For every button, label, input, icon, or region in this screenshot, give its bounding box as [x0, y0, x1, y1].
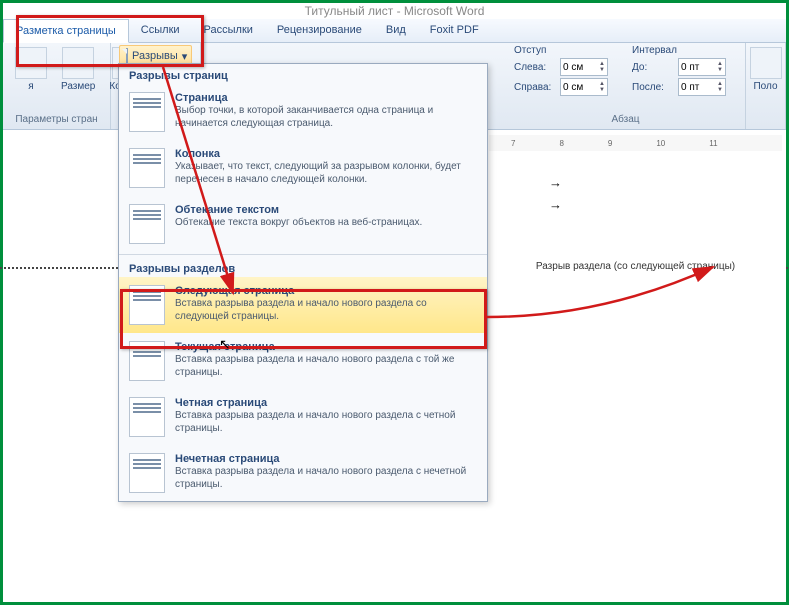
- dropdown-item-column[interactable]: КолонкаУказывает, что текст, следующий з…: [119, 140, 487, 196]
- tab-mailings[interactable]: Рассылки: [192, 19, 265, 42]
- horizontal-ruler[interactable]: 7 8 9 10 11: [489, 135, 782, 151]
- odd-page-icon: [129, 453, 165, 493]
- tab-mark-icon: →: [549, 175, 562, 190]
- position-button[interactable]: Поло: [754, 45, 777, 94]
- dropdown-item-odd-page[interactable]: Нечетная страницаВставка разрыва раздела…: [119, 445, 487, 501]
- indent-left-label: Слева:: [514, 62, 556, 73]
- spinner-icon: ▲▼: [717, 61, 723, 73]
- dropdown-section-section-breaks: Разрывы разделов: [119, 257, 487, 277]
- spinner-icon: ▲▼: [599, 81, 605, 93]
- page-icon: [15, 47, 47, 79]
- group-paragraph: Абзац: [514, 112, 737, 127]
- spacing-before-input[interactable]: 0 пт▲▼: [678, 58, 726, 76]
- indent-left-input[interactable]: 0 см▲▼: [560, 58, 608, 76]
- title-bar: Титульный лист - Microsoft Word: [3, 3, 786, 19]
- spacing-after-input[interactable]: 0 пт▲▼: [678, 78, 726, 96]
- section-break-marker: Разрыв раздела (со следующей страницы): [489, 261, 782, 272]
- size-button[interactable]: Размер: [57, 45, 99, 94]
- dropdown-item-page[interactable]: СтраницаВыбор точки, в которой заканчива…: [119, 84, 487, 140]
- tab-foxit[interactable]: Foxit PDF: [418, 19, 491, 42]
- spinner-icon: ▲▼: [717, 81, 723, 93]
- page-break-icon: [129, 92, 165, 132]
- tab-page-layout[interactable]: Разметка страницы: [3, 19, 129, 43]
- dropdown-item-even-page[interactable]: Четная страницаВставка разрыва раздела и…: [119, 389, 487, 445]
- interval-header: Интервал: [632, 45, 726, 56]
- cursor-icon: ↖: [219, 336, 231, 353]
- text-wrap-icon: [129, 204, 165, 244]
- dropdown-item-text-wrapping[interactable]: Обтекание текстомОбтекание текста вокруг…: [119, 196, 487, 252]
- even-page-icon: [129, 397, 165, 437]
- tab-review[interactable]: Рецензирование: [265, 19, 374, 42]
- dropdown-item-continuous[interactable]: Текущая страницаВставка разрыва раздела …: [119, 333, 487, 389]
- column-break-icon: [129, 148, 165, 188]
- margins-button[interactable]: я: [11, 45, 51, 94]
- document-area[interactable]: → → Разрыв раздела (со следующей страниц…: [489, 153, 782, 598]
- size-icon: [62, 47, 94, 79]
- indent-right-input[interactable]: 0 см▲▼: [560, 78, 608, 96]
- indent-right-label: Справа:: [514, 82, 556, 93]
- breaks-dropdown: Разрывы страниц СтраницаВыбор точки, в к…: [118, 63, 488, 502]
- ribbon-tabs: Разметка страницы Ссылки Рассылки Реценз…: [3, 19, 786, 43]
- before-label: До:: [632, 62, 674, 73]
- tab-view[interactable]: Вид: [374, 19, 418, 42]
- group-page-setup: Параметры стран: [11, 112, 102, 127]
- next-page-icon: [129, 285, 165, 325]
- after-label: После:: [632, 82, 674, 93]
- tab-mark-icon: →: [549, 197, 562, 212]
- spinner-icon: ▲▼: [599, 61, 605, 73]
- indent-header: Отступ: [514, 45, 608, 56]
- chevron-down-icon: ▾: [182, 50, 188, 63]
- continuous-icon: [129, 341, 165, 381]
- app-title: Титульный лист - Microsoft Word: [305, 4, 485, 18]
- dropdown-item-next-page[interactable]: Следующая страницаВставка разрыва раздел…: [119, 277, 487, 333]
- dropdown-section-page-breaks: Разрывы страниц: [119, 64, 487, 84]
- tab-references[interactable]: Ссылки: [129, 19, 192, 42]
- position-icon: [750, 47, 782, 79]
- breaks-icon: [126, 48, 128, 64]
